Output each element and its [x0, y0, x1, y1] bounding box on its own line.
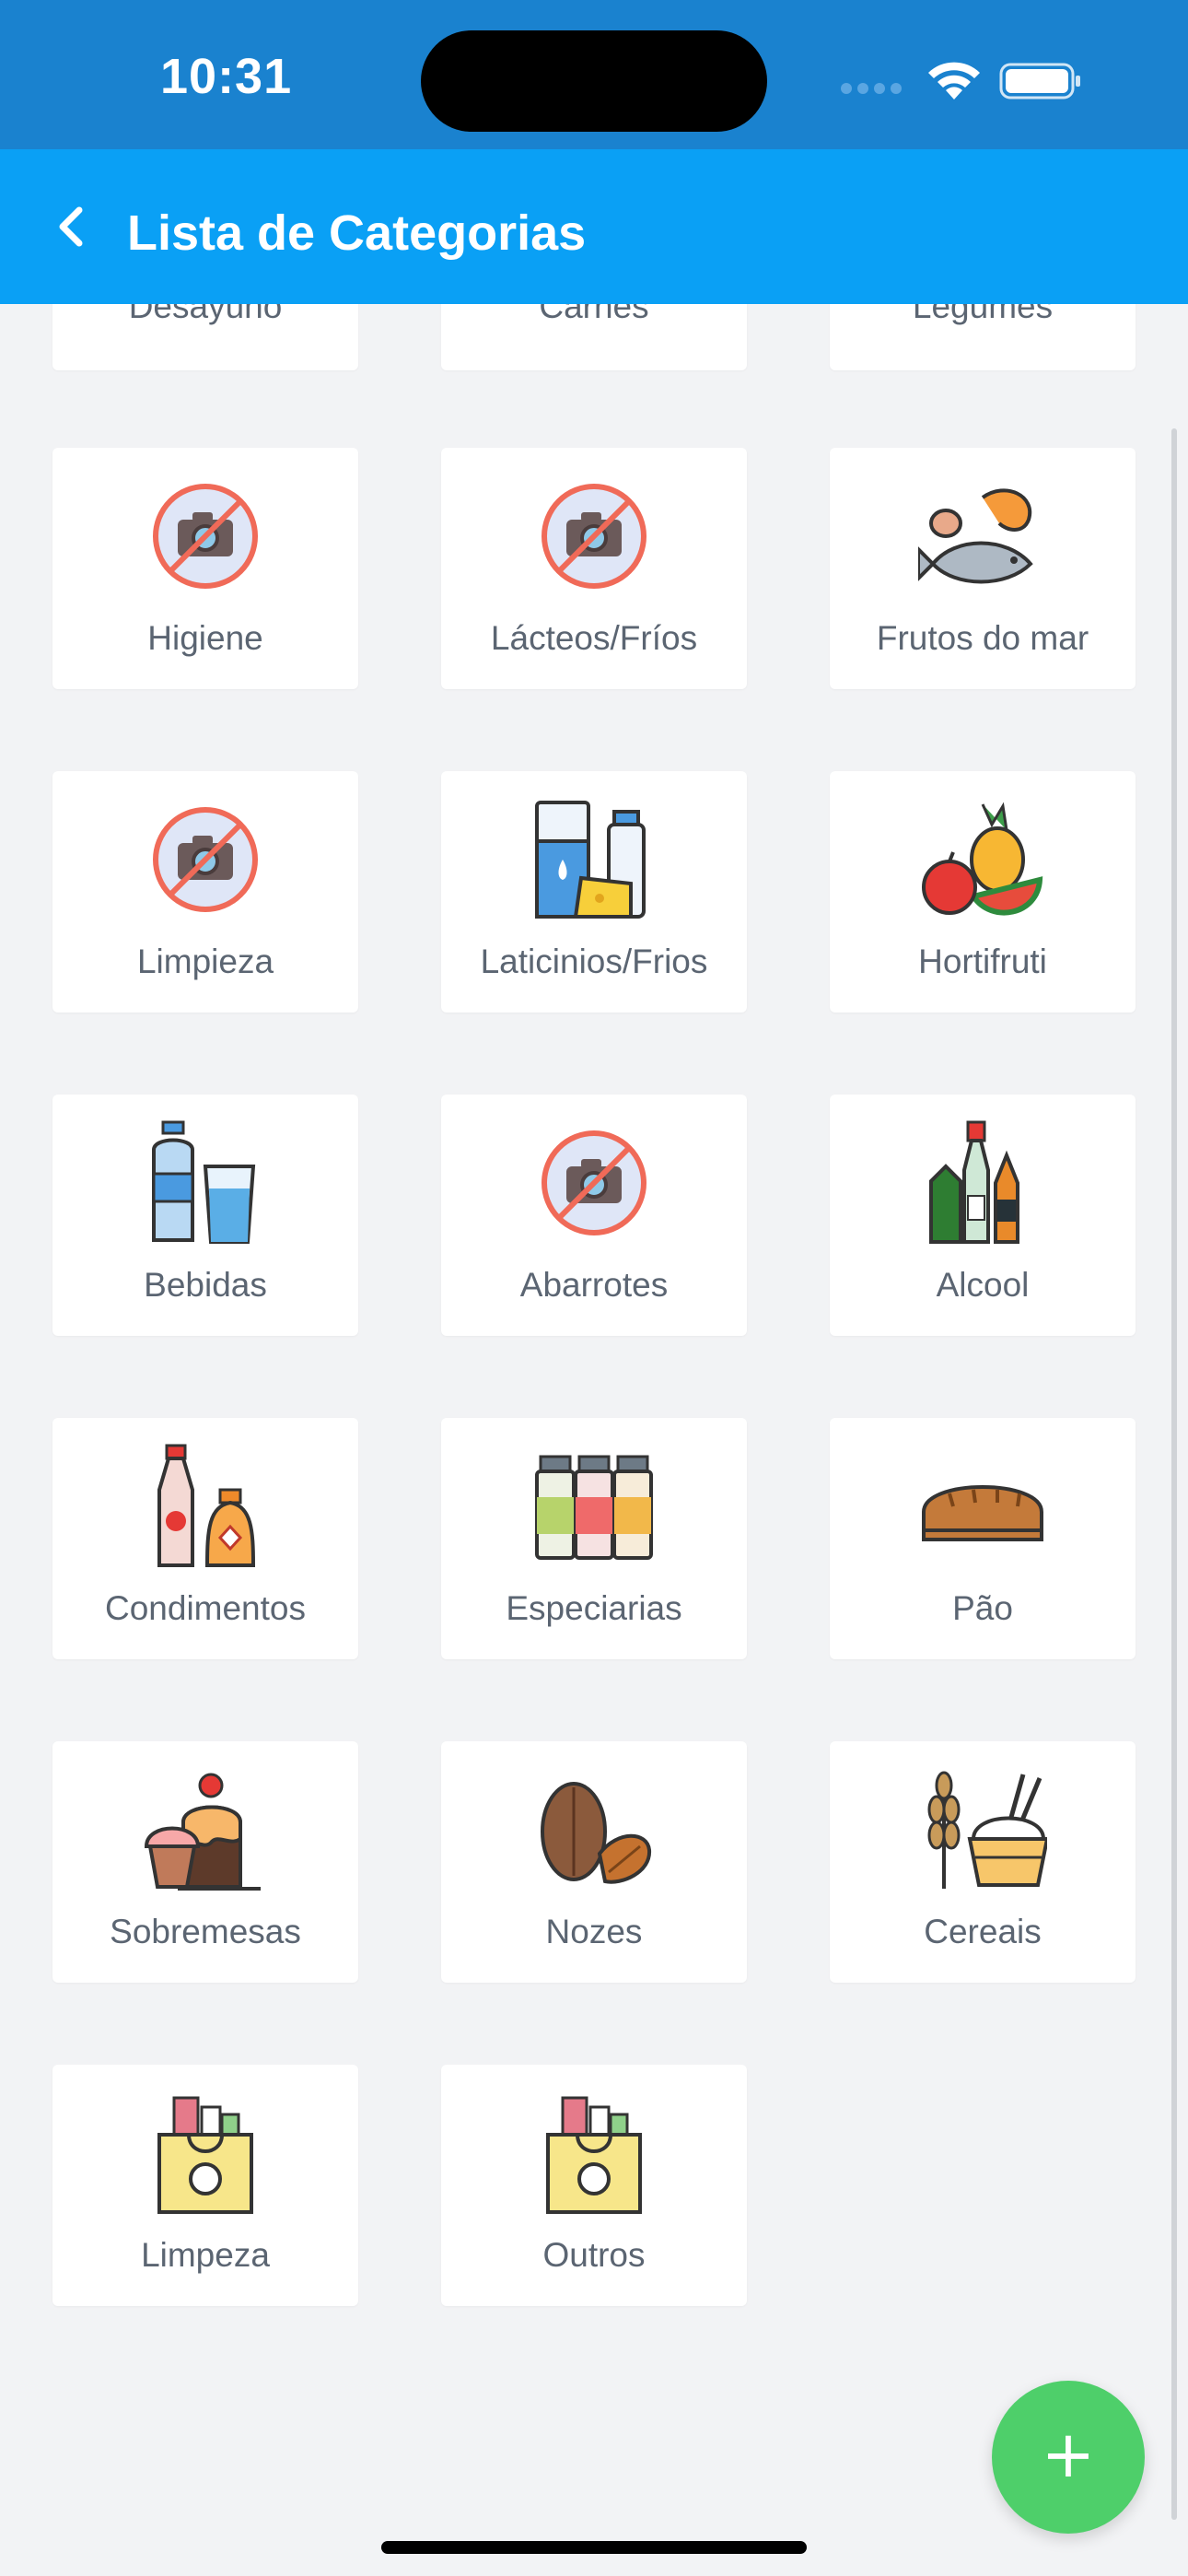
cellular-signal-icon [841, 83, 905, 96]
category-card[interactable]: Bebidas [52, 1095, 358, 1336]
category-card[interactable]: Alcool [830, 1095, 1136, 1336]
dynamic-island [421, 30, 767, 132]
no-photo-icon [530, 472, 658, 601]
category-label: Especiarias [506, 1589, 682, 1627]
status-time: 10:31 [160, 49, 293, 104]
category-card[interactable]: Desayuno [52, 304, 358, 370]
category-label: Alcool [936, 1266, 1030, 1304]
category-label: Cereais [924, 1913, 1042, 1950]
nuts-icon [530, 1765, 658, 1894]
grocery-bag-icon [530, 2089, 658, 2218]
add-category-button[interactable]: + [992, 2381, 1145, 2534]
dairy-icon [530, 795, 658, 924]
app-header: Lista de Categorias [0, 149, 1188, 304]
dessert-icon [141, 1765, 270, 1894]
seafood-icon [918, 472, 1047, 601]
category-label: Laticinios/Frios [480, 943, 708, 980]
category-label: Limpeza [141, 2236, 270, 2274]
home-indicator[interactable] [381, 2541, 807, 2554]
category-label: Carnes [539, 304, 649, 325]
category-grid: Desayuno Carnes Legumes Higiene Lácteos/… [0, 304, 1188, 2576]
category-label: Bebidas [144, 1266, 267, 1304]
category-label: Frutos do mar [876, 619, 1089, 657]
bread-icon [918, 1442, 1047, 1571]
category-label: Desayuno [128, 304, 283, 325]
category-label: Pão [952, 1589, 1013, 1627]
wifi-icon [928, 62, 980, 100]
status-bar: 10:31 [0, 0, 1188, 149]
category-list[interactable]: Desayuno Carnes Legumes Higiene Lácteos/… [0, 304, 1188, 2576]
category-card[interactable]: Limpeza [52, 2065, 358, 2306]
condiment-bottles-icon [141, 1442, 270, 1571]
category-label: Sobremesas [110, 1913, 301, 1950]
liquor-bottles-icon [918, 1118, 1047, 1247]
category-card[interactable]: Sobremesas [52, 1741, 358, 1983]
category-card[interactable]: Laticinios/Frios [441, 771, 747, 1013]
category-card[interactable]: Lácteos/Fríos [441, 448, 747, 689]
category-card[interactable]: Cereais [830, 1741, 1136, 1983]
spice-jars-icon [530, 1442, 658, 1571]
cereal-icon [918, 1765, 1047, 1894]
category-label: Hortifruti [918, 943, 1047, 980]
category-label: Limpieza [136, 943, 274, 980]
back-chevron-icon[interactable] [44, 199, 99, 254]
grocery-bag-icon [141, 2089, 270, 2218]
category-card[interactable]: Especiarias [441, 1418, 747, 1659]
category-label: Outros [542, 2236, 646, 2274]
no-photo-icon [141, 795, 270, 924]
add-category-label: + [1041, 2417, 1096, 2492]
category-card[interactable]: Hortifruti [830, 771, 1136, 1013]
category-card[interactable]: Abarrotes [441, 1095, 747, 1336]
category-label: Higiene [147, 619, 263, 657]
category-card[interactable]: Carnes [441, 304, 747, 370]
category-label: Condimentos [104, 1589, 306, 1627]
category-label: Abarrotes [519, 1266, 669, 1304]
fruits-icon [918, 795, 1047, 924]
no-photo-icon [530, 1118, 658, 1247]
category-label: Legumes [912, 304, 1054, 325]
category-card[interactable]: Nozes [441, 1741, 747, 1983]
water-bottle-icon [141, 1118, 270, 1247]
battery-icon [999, 63, 1080, 100]
category-card[interactable]: Condimentos [52, 1418, 358, 1659]
category-card[interactable]: Pão [830, 1418, 1136, 1659]
category-card[interactable]: Higiene [52, 448, 358, 689]
category-card[interactable]: Outros [441, 2065, 747, 2306]
category-label: Lácteos/Fríos [490, 619, 698, 657]
category-label: Nozes [545, 1913, 643, 1950]
scrollbar[interactable] [1171, 428, 1177, 2520]
category-card[interactable]: Frutos do mar [830, 448, 1136, 689]
page-title: Lista de Categorias [127, 205, 587, 261]
no-photo-icon [141, 472, 270, 601]
category-card[interactable]: Limpieza [52, 771, 358, 1013]
category-card[interactable]: Legumes [830, 304, 1136, 370]
